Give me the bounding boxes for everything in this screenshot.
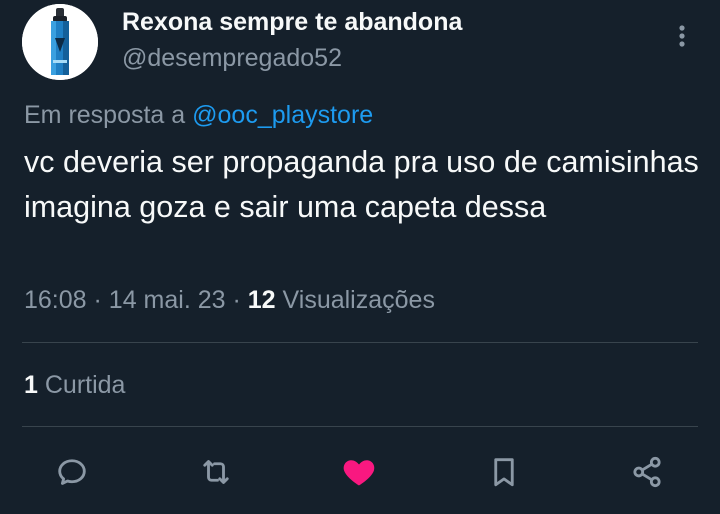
more-options-button[interactable] [666,20,698,52]
bookmark-button[interactable] [484,452,524,492]
tweet-time[interactable]: 16:08 [24,286,87,314]
share-button[interactable] [627,452,667,492]
retweet-arrows-icon [203,460,229,484]
reply-button[interactable] [52,452,92,492]
likes-summary[interactable]: 1 Curtida [24,371,125,400]
author-display-name[interactable]: Rexona sempre te abandona [122,8,462,37]
tweet-meta: 16:08 · 14 mai. 23 · 12 Visualizações [24,286,435,315]
tweet-date[interactable]: 14 mai. 23 [109,286,226,314]
heart-icon [343,460,375,486]
deodorant-can-icon [22,4,98,80]
reply-prefix: Em resposta a [24,101,186,129]
reply-mention-link[interactable]: @ooc_playstore [192,101,373,129]
views-label: Visualizações [282,286,435,314]
retweet-button[interactable] [196,452,236,492]
tweet-text: vc deveria ser propaganda pra uso de cam… [24,145,699,224]
avatar[interactable] [22,4,98,80]
likes-label: Curtida [44,371,126,399]
bookmark-icon [494,458,514,487]
meta-separator: · [93,286,102,314]
views-count: 12 [247,286,276,314]
like-button[interactable] [339,452,379,492]
reply-context: Em resposta a @ooc_playstore [24,101,373,130]
likes-count: 1 [24,371,38,399]
speech-bubble-icon [58,459,86,485]
divider [22,426,698,427]
more-vertical-icon [679,25,685,47]
meta-separator: · [232,286,241,314]
share-icon [633,456,661,488]
divider [22,342,698,343]
author-handle[interactable]: @desempregado52 [122,44,342,73]
